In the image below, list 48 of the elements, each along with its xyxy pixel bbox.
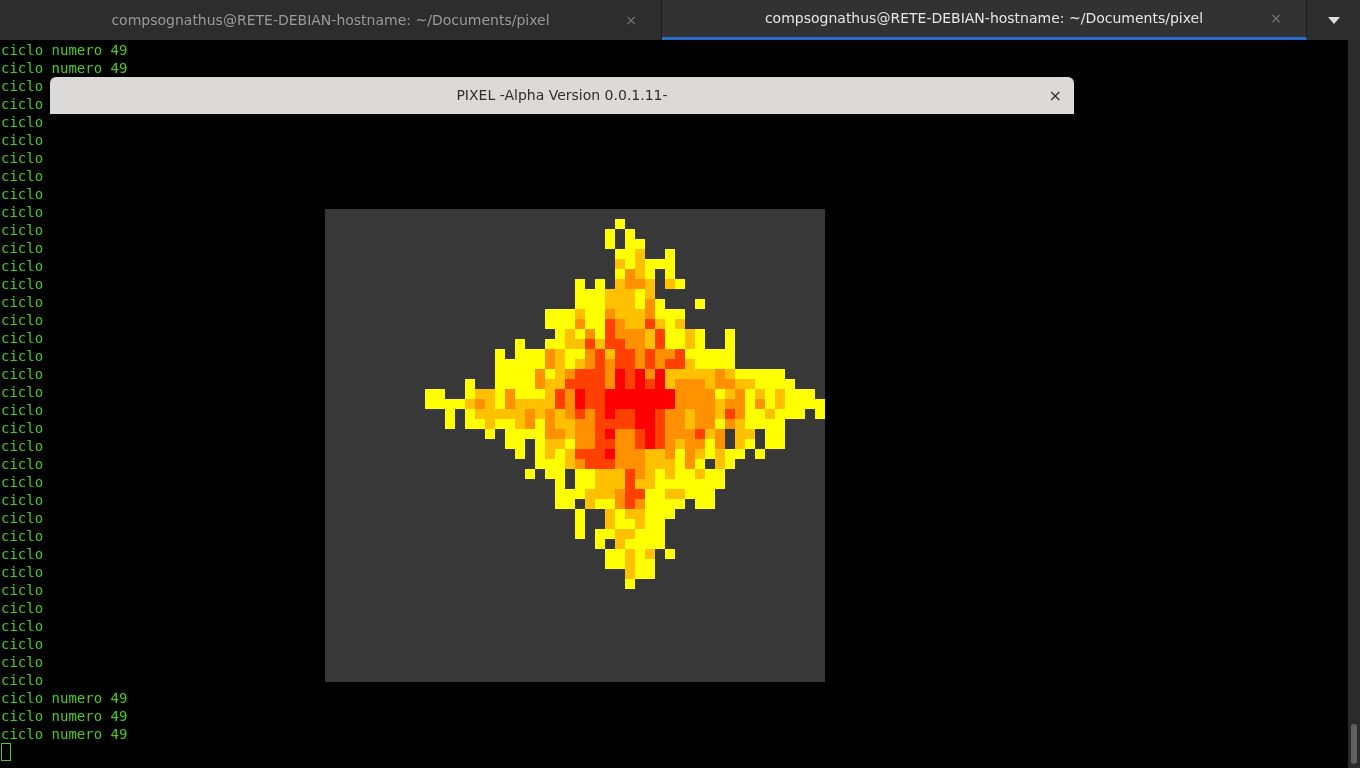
terminal-tab[interactable]: compsognathus@RETE-DEBIAN-hostname: ~/Documents/pixel × [662,0,1307,40]
terminal-line: ciclo [0,257,44,275]
terminal-line: ciclo [0,329,44,347]
caret-down-icon [1327,16,1340,24]
terminal-line: ciclo [0,185,44,203]
terminal-line: ciclo [0,617,44,635]
terminal-line: ciclo [0,311,44,329]
terminal-line: ciclo [0,527,44,545]
terminal-line: ciclo [0,401,44,419]
tab-title: compsognathus@RETE-DEBIAN-hostname: ~/Documents/pixel [764,9,1204,28]
terminal-line: ciclo [0,509,44,527]
terminal-line: ciclo [0,599,44,617]
terminal-line: ciclo [0,545,44,563]
terminal-line: ciclo [0,383,44,401]
terminal-line: ciclo numero 49 [0,41,128,59]
window-close-button[interactable]: × [1048,83,1062,108]
terminal-line: ciclo [0,131,44,149]
terminal-line: ciclo [0,635,44,653]
terminal-line: ciclo [0,275,44,293]
scrollbar-thumb[interactable] [1351,724,1357,764]
terminal-line: ciclo [0,167,44,185]
terminal-line: ciclo [0,293,44,311]
terminal-line: ciclo [0,473,44,491]
terminal-line: ciclo [0,491,44,509]
terminal-line: ciclo [0,347,44,365]
terminal-line: ciclo [0,77,44,95]
window-title: PIXEL -Alpha Version 0.0.1.11- [456,86,668,105]
terminal-line: ciclo [0,563,44,581]
tab-title: compsognathus@RETE-DEBIAN-hostname: ~/Documents/pixel [111,10,550,30]
terminal-line: ciclo [0,581,44,599]
tab-close-button[interactable]: × [1270,8,1282,29]
terminal-line: ciclo [0,653,44,671]
terminal-line: ciclo [0,455,44,473]
terminal-line: ciclo [0,149,44,167]
terminal-line: ciclo numero 49 [0,59,128,77]
terminal-line: ciclo [0,221,44,239]
tab-close-button[interactable]: × [625,9,637,31]
terminal-line: ciclo [0,671,44,689]
terminal-line: ciclo [0,239,44,257]
terminal-line: ciclo [0,365,44,383]
terminal-line: ciclo numero 49 [0,689,128,707]
terminal-line: ciclo [0,95,44,113]
terminal-line: ciclo numero 49 [0,725,128,743]
terminal-line: ciclo [0,419,44,437]
terminal-line: ciclo [0,203,44,221]
terminal-line: ciclo numero 49 [0,707,128,725]
terminal-line: ciclo [0,113,44,131]
terminal-line: ciclo [0,437,44,455]
